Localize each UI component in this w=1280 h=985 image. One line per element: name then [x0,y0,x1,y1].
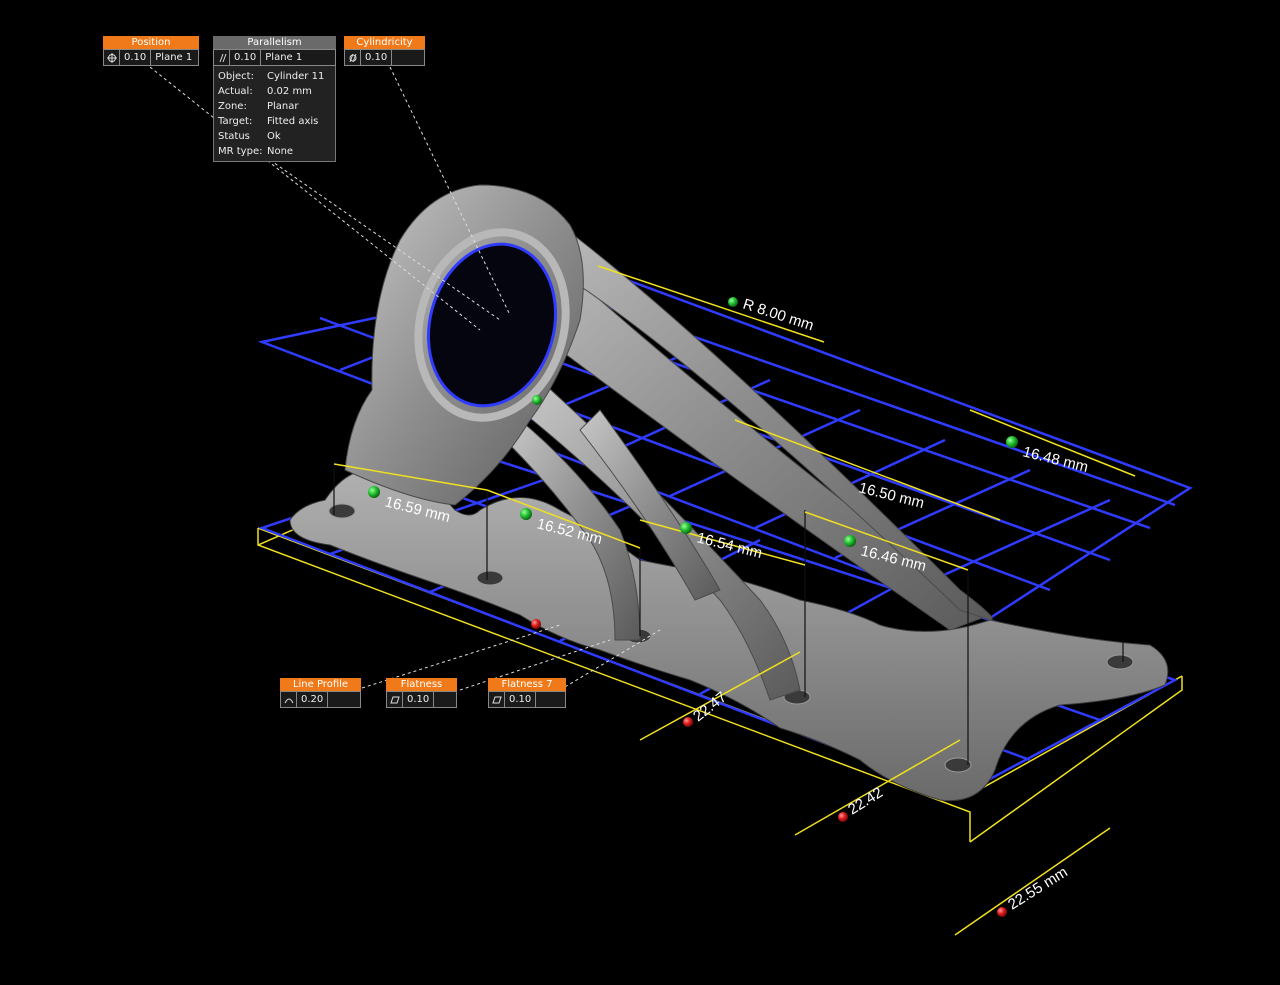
3d-viewport[interactable]: R 8.00 mm 16.59 mm 16.52 mm 16.54 mm 16.… [0,0,1280,985]
line-profile-icon [281,692,297,707]
tolerance-value: 0.20 [297,692,329,707]
ok-marker [368,486,380,498]
width-label-3: 22.55 mm [1005,864,1071,914]
detail-key: Actual: [218,86,253,97]
detail-value: Fitted axis [267,116,319,127]
empty-cell [392,50,424,65]
datum-value: Plane 1 [155,52,193,63]
tolerance-value: 0.10 [230,50,262,65]
parallelism-icon [214,50,230,65]
ok-marker [728,297,738,307]
detail-key: Zone: [218,101,247,112]
callout-title: Parallelism [213,36,336,49]
ok-marker [844,535,856,547]
flatness-7-callout[interactable]: Flatness 7 0.10 [488,678,566,708]
ok-marker [1006,436,1018,448]
cylindricity-icon [345,50,361,65]
datum-value: Plane 1 [265,52,303,63]
ok-marker [680,522,692,534]
detail-key: MR type: [218,146,263,157]
parallelism-callout[interactable]: Parallelism 0.10 Plane 1 Object: Cylinder… [213,36,336,162]
detail-value: Cylinder 11 [267,71,325,82]
parallelism-details: Object: Cylinder 11 Actual: 0.02 mm Zone: P… [213,66,336,162]
cylindricity-callout[interactable]: Cylindricity 0.10 [344,36,425,66]
flatness-icon [489,692,505,707]
detail-key: Target: [218,116,253,127]
detail-value: None [267,146,294,157]
tolerance-value: 0.10 [120,50,152,65]
fail-marker [838,812,848,822]
fail-marker [997,907,1007,917]
ok-marker [520,508,532,520]
detail-value: 0.02 mm [267,86,312,97]
width-label-2: 22.42 [845,784,886,818]
flatness-icon [387,692,403,707]
ok-marker [532,395,542,405]
callout-title: Line Profile [280,678,361,691]
empty-cell [536,692,565,707]
tolerance-value: 0.10 [505,692,537,707]
position-callout[interactable]: Position 0.10 Plane 1 [103,36,199,66]
detail-value: Ok [267,131,281,142]
empty-cell [328,692,360,707]
tolerance-value: 0.10 [361,50,393,65]
fail-marker [683,717,693,727]
callout-title: Flatness [386,678,457,691]
detail-value: Planar [267,101,299,112]
tolerance-value: 0.10 [403,692,435,707]
empty-cell [434,692,456,707]
bracket-part [289,184,1169,802]
detail-key: Status [218,131,250,142]
callout-title: Position [103,36,199,49]
callout-title: Cylindricity [344,36,425,49]
fail-marker [531,619,541,629]
radius-label: R 8.00 mm [741,296,816,335]
detail-key: Object: [218,71,254,82]
line-profile-callout[interactable]: Line Profile 0.20 [280,678,361,708]
position-icon [104,50,120,65]
flatness-callout[interactable]: Flatness 0.10 [386,678,457,708]
callout-title: Flatness 7 [488,678,566,691]
